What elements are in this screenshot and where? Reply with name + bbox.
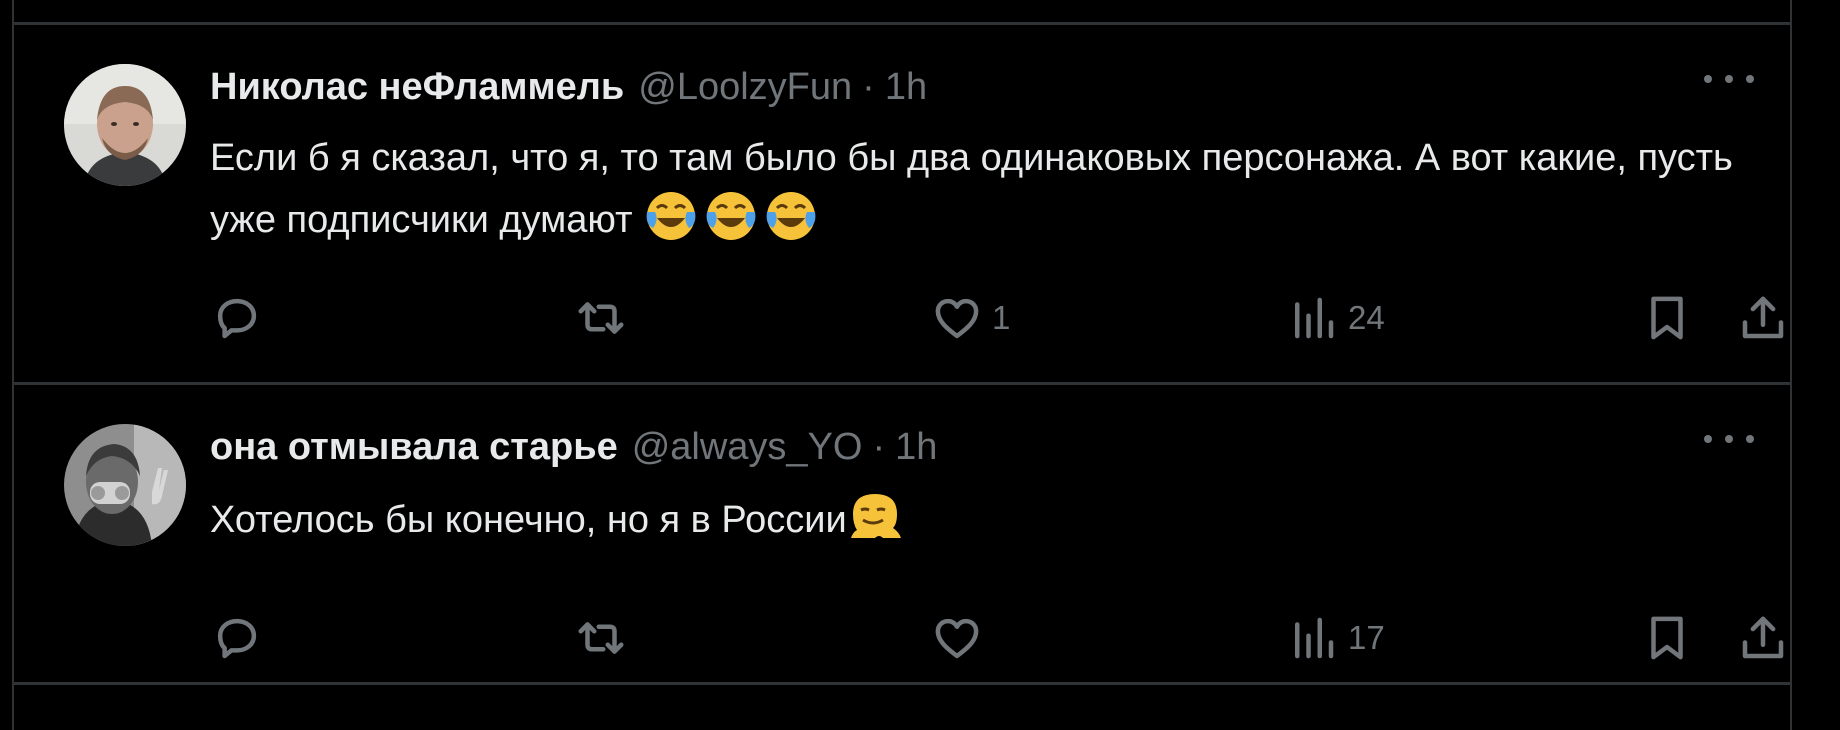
retweet-icon [578, 302, 624, 334]
share-button[interactable] [1736, 608, 1790, 668]
bookmark-button[interactable] [1640, 608, 1694, 668]
views-chart-icon [1295, 617, 1334, 659]
like-button[interactable]: 1 [930, 288, 1010, 348]
retweet-icon [578, 622, 624, 654]
more-options-icon[interactable] [1704, 424, 1754, 454]
reply-icon [217, 618, 257, 659]
tweet-text: Если б я сказал, что я, то там было бы д… [210, 128, 1750, 250]
tweet-actions: 1 24 [14, 288, 1790, 348]
view-count: 24 [1348, 299, 1385, 336]
heart-icon [935, 618, 979, 659]
tweet-header: Николас неФламмель @LoolzyFun · 1h [210, 62, 1710, 112]
heart-icon [935, 298, 979, 339]
tweet-actions: 17 [14, 608, 1790, 668]
face-with-tears-of-joy-icon [703, 188, 759, 244]
melting-face-icon [847, 488, 903, 544]
author-name[interactable]: она отмывала старье [210, 422, 618, 472]
face-with-tears-of-joy-icon [643, 188, 699, 244]
tweet-text-content: Хотелось бы конечно, но я в России [210, 499, 847, 541]
tweet-text: Хотелось бы конечно, но я в России [210, 488, 1750, 550]
timestamp[interactable]: 1h [895, 422, 937, 472]
author-handle[interactable]: @LoolzyFun [638, 62, 852, 112]
views-chart-icon [1295, 297, 1334, 339]
like-button[interactable] [930, 608, 992, 668]
tweet[interactable]: Николас неФламмель @LoolzyFun · 1h Если … [14, 24, 1790, 384]
tweet-header: она отмывала старье @always_YO · 1h [210, 422, 1710, 472]
divider [14, 682, 1790, 685]
avatar[interactable] [64, 424, 186, 546]
avatar[interactable] [64, 64, 186, 186]
bookmark-button[interactable] [1640, 288, 1694, 348]
tweet[interactable]: она отмывала старье @always_YO · 1h Хоте… [14, 384, 1790, 684]
share-button[interactable] [1736, 288, 1790, 348]
view-count: 17 [1348, 619, 1385, 656]
share-icon [1742, 616, 1784, 659]
bookmark-icon [1651, 296, 1683, 340]
face-with-tears-of-joy-icon [763, 188, 819, 244]
reply-button[interactable] [210, 288, 272, 348]
author-name[interactable]: Николас неФламмель [210, 62, 624, 112]
timeline: Николас неФламмель @LoolzyFun · 1h Если … [12, 0, 1792, 730]
share-icon [1742, 296, 1784, 339]
reply-icon [217, 298, 257, 339]
author-handle[interactable]: @always_YO [632, 422, 863, 472]
more-options-icon[interactable] [1704, 64, 1754, 94]
views-button[interactable]: 24 [1286, 288, 1385, 348]
separator: · [872, 426, 886, 468]
bookmark-icon [1651, 616, 1683, 660]
tweet-text-content: Если б я сказал, что я, то там было бы д… [210, 137, 1733, 241]
timestamp[interactable]: 1h [885, 62, 927, 112]
separator: · [862, 66, 875, 108]
retweet-button[interactable] [574, 608, 636, 668]
retweet-button[interactable] [574, 288, 636, 348]
like-count: 1 [992, 299, 1011, 336]
views-button[interactable]: 17 [1286, 608, 1385, 668]
reply-button[interactable] [210, 608, 272, 668]
